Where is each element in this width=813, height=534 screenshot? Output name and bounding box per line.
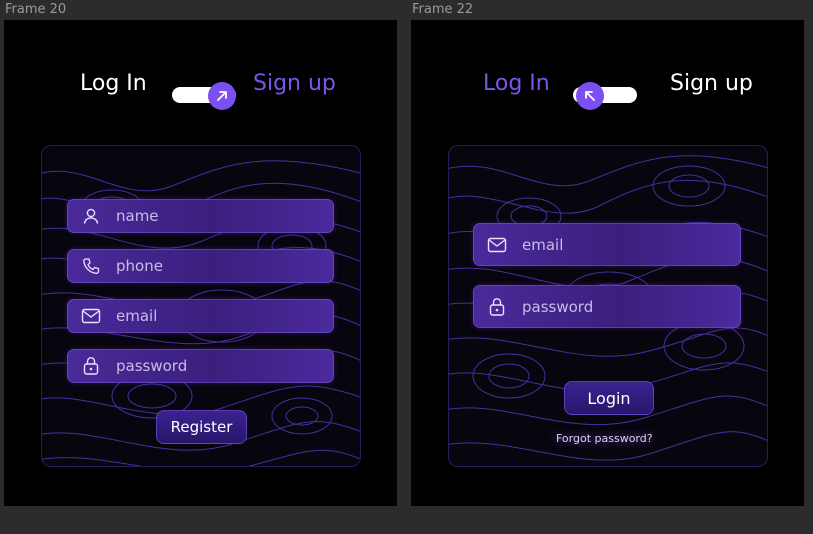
- mail-icon: [486, 234, 508, 256]
- password-input[interactable]: password: [473, 285, 741, 328]
- mail-icon: [80, 305, 102, 327]
- toggle-knob[interactable]: [576, 82, 604, 110]
- email-placeholder: email: [116, 307, 158, 325]
- phone-input[interactable]: phone: [67, 249, 334, 283]
- toggle-knob[interactable]: [208, 82, 236, 110]
- signup-card: name phone email password Register: [41, 145, 361, 467]
- phone-placeholder: phone: [116, 257, 163, 275]
- forgot-password-link[interactable]: Forgot password?: [556, 432, 653, 445]
- tab-signup[interactable]: Sign up: [670, 70, 753, 98]
- password-placeholder: password: [116, 357, 188, 375]
- login-button[interactable]: Login: [564, 381, 654, 415]
- tab-login[interactable]: Log In: [80, 70, 147, 98]
- frame-label: Frame 22: [412, 2, 474, 17]
- user-icon: [80, 205, 102, 227]
- email-placeholder: email: [522, 235, 564, 254]
- signup-frame: Log In Sign up name phone email password…: [4, 20, 397, 506]
- password-placeholder: password: [522, 297, 594, 316]
- tab-signup[interactable]: Sign up: [253, 70, 336, 98]
- lock-icon: [80, 355, 102, 377]
- login-card: email password Login Forgot password?: [448, 145, 768, 467]
- lock-icon: [486, 296, 508, 318]
- arrow-up-right-icon: [217, 91, 227, 101]
- name-input[interactable]: name: [67, 199, 334, 233]
- password-input[interactable]: password: [67, 349, 334, 383]
- phone-icon: [80, 255, 102, 277]
- login-frame: Log In Sign up email password Login Forg…: [411, 20, 804, 506]
- design-canvas: Frame 20 Log In Sign up name phone email…: [0, 0, 813, 534]
- arrow-up-left-icon: [585, 91, 595, 101]
- register-button[interactable]: Register: [156, 410, 247, 444]
- name-placeholder: name: [116, 207, 159, 225]
- email-input[interactable]: email: [473, 223, 741, 266]
- frame-label: Frame 20: [5, 2, 67, 17]
- email-input[interactable]: email: [67, 299, 334, 333]
- tab-login[interactable]: Log In: [483, 70, 550, 98]
